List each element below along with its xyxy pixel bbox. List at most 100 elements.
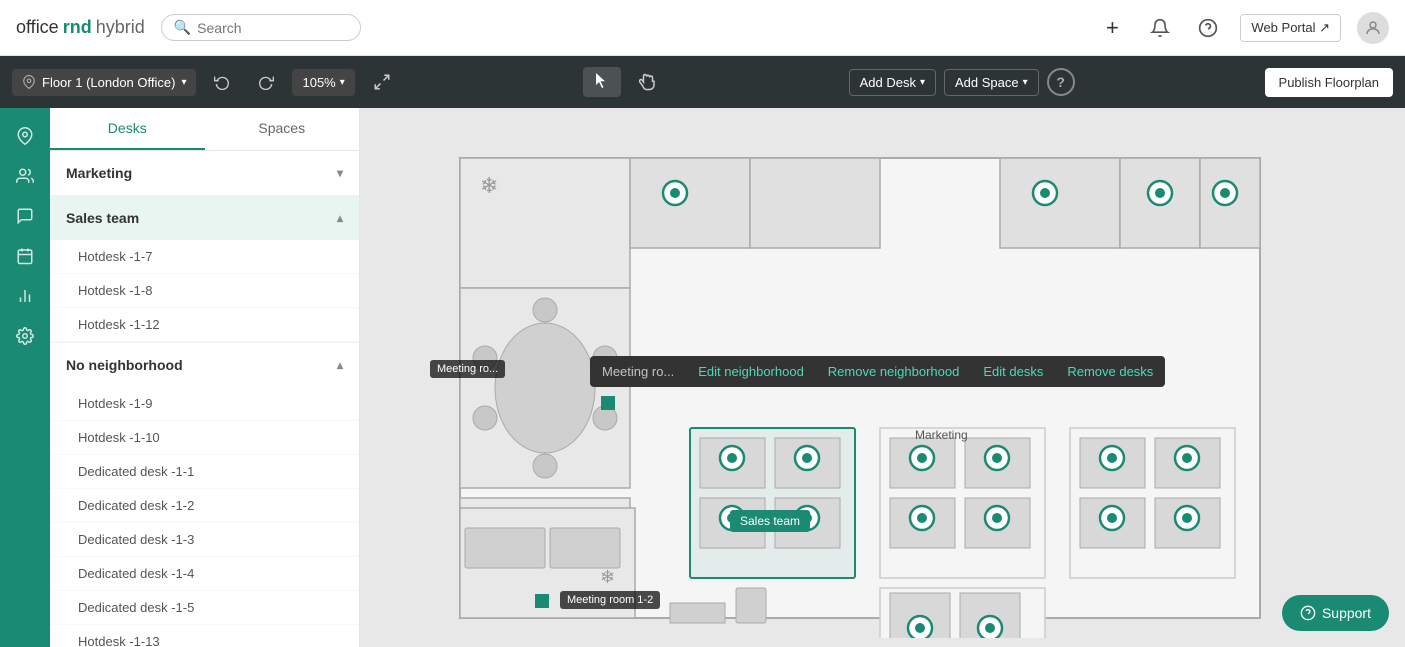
app-logo: officernd hybrid	[16, 17, 145, 38]
sidebar-nav-people[interactable]	[7, 158, 43, 194]
location-icon	[22, 75, 36, 89]
help-button[interactable]	[1192, 12, 1224, 44]
grab-tool-button[interactable]	[629, 67, 667, 97]
room-label-meeting2: Meeting room 1-2	[560, 591, 660, 609]
list-item[interactable]: Hotdesk -1-7	[50, 240, 359, 274]
main-area: Desks Spaces Marketing ▾ Sales team ▴ Ho…	[0, 108, 1405, 647]
list-item[interactable]: Dedicated desk -1-4	[50, 557, 359, 591]
remove-neighborhood-button[interactable]: Remove neighborhood	[816, 356, 972, 387]
support-button[interactable]: Support	[1282, 595, 1389, 631]
edit-neighborhood-button[interactable]: Edit neighborhood	[686, 356, 816, 387]
add-desk-label: Add Desk	[860, 75, 916, 90]
messages-icon	[16, 207, 34, 225]
list-item[interactable]: Hotdesk -1-9	[50, 387, 359, 421]
sidebar-nav-location[interactable]	[7, 118, 43, 154]
zoom-chevron: ▾	[340, 77, 345, 88]
marketing-label: Marketing	[915, 428, 968, 442]
neighborhood-sales-group: Sales team ▴ Hotdesk -1-7 Hotdesk -1-8 H…	[50, 196, 359, 343]
list-item[interactable]: Hotdesk -1-10	[50, 421, 359, 455]
chevron-up-icon-2: ▴	[337, 358, 343, 372]
list-item[interactable]: Dedicated desk -1-3	[50, 523, 359, 557]
neighborhood-marketing-name: Marketing	[66, 165, 132, 181]
fullscreen-icon	[373, 73, 391, 91]
neighborhood-sales-header[interactable]: Sales team ▴	[50, 196, 359, 240]
people-icon	[16, 167, 34, 185]
location-nav-icon	[16, 127, 34, 145]
neighborhood-none-group: No neighborhood ▴ Hotdesk -1-9 Hotdesk -…	[50, 343, 359, 647]
search-icon: 🔍	[174, 19, 191, 36]
zoom-selector[interactable]: 105% ▾	[292, 69, 354, 96]
bell-icon	[1150, 18, 1170, 38]
calendar-icon	[16, 247, 34, 265]
context-menu-room-label: Meeting ro...	[590, 356, 686, 387]
neighborhood-marketing-group: Marketing ▾	[50, 151, 359, 196]
add-space-chevron: ▾	[1023, 77, 1028, 88]
floorplan-help-button[interactable]: ?	[1047, 68, 1075, 96]
list-item[interactable]: Dedicated desk -1-1	[50, 455, 359, 489]
floor-chevron: ▾	[181, 77, 186, 88]
icon-sidebar	[0, 108, 50, 647]
search-box[interactable]: 🔍	[161, 14, 361, 41]
tab-spaces[interactable]: Spaces	[205, 108, 360, 150]
floor-label: Floor 1 (London Office)	[42, 75, 175, 90]
canvas-area[interactable]: ❄ ❄	[360, 108, 1405, 647]
notifications-button[interactable]	[1144, 12, 1176, 44]
question-icon	[1198, 18, 1218, 38]
neighborhood-sales-name: Sales team	[66, 210, 139, 226]
avatar-icon	[1364, 19, 1382, 37]
list-item[interactable]: Hotdesk -1-12	[50, 308, 359, 342]
cursor-icon	[593, 73, 611, 91]
undo-button[interactable]	[204, 68, 240, 96]
redo-icon	[258, 74, 274, 90]
room-label-meeting1: Meeting ro...	[430, 360, 505, 378]
list-item[interactable]: Dedicated desk -1-2	[50, 489, 359, 523]
floor-selector[interactable]: Floor 1 (London Office) ▾	[12, 69, 196, 96]
svg-text:❄: ❄	[480, 173, 498, 198]
undo-icon	[214, 74, 230, 90]
sidebar-nav-settings[interactable]	[7, 318, 43, 354]
sidebar-nav-calendar[interactable]	[7, 238, 43, 274]
add-space-button[interactable]: Add Space ▾	[944, 69, 1039, 96]
svg-text:❄: ❄	[600, 567, 615, 587]
sidebar-nav-analytics[interactable]	[7, 278, 43, 314]
cursor-tool-button[interactable]	[583, 67, 621, 97]
settings-icon	[16, 327, 34, 345]
neighborhood-marketing-header[interactable]: Marketing ▾	[50, 151, 359, 195]
publish-floorplan-button[interactable]: Publish Floorplan	[1265, 68, 1393, 97]
top-navigation: officernd hybrid 🔍 + Web Portal ↗	[0, 0, 1405, 56]
add-desk-button[interactable]: Add Desk ▾	[849, 69, 936, 96]
floorplan-toolbar: Floor 1 (London Office) ▾ 105% ▾ Add Des…	[0, 56, 1405, 108]
add-space-label: Add Space	[955, 75, 1019, 90]
web-portal-button[interactable]: Web Portal ↗	[1240, 14, 1341, 42]
web-portal-label: Web Portal ↗	[1251, 20, 1330, 36]
fullscreen-button[interactable]	[363, 67, 401, 97]
list-item[interactable]: Dedicated desk -1-5	[50, 591, 359, 625]
publish-label: Publish Floorplan	[1279, 75, 1379, 90]
panel-content: Marketing ▾ Sales team ▴ Hotdesk -1-7 Ho…	[50, 151, 359, 647]
user-avatar[interactable]	[1357, 12, 1389, 44]
neighborhood-none-name: No neighborhood	[66, 357, 183, 373]
neighborhood-none-header[interactable]: No neighborhood ▴	[50, 343, 359, 387]
list-item[interactable]: Hotdesk -1-8	[50, 274, 359, 308]
left-panel: Desks Spaces Marketing ▾ Sales team ▴ Ho…	[50, 108, 360, 647]
chevron-down-icon: ▾	[337, 166, 343, 180]
zoom-label: 105%	[302, 75, 335, 90]
nav-icons: + Web Portal ↗	[1096, 12, 1389, 44]
list-item[interactable]: Hotdesk -1-13	[50, 625, 359, 647]
edit-desks-button[interactable]: Edit desks	[971, 356, 1055, 387]
tab-desks[interactable]: Desks	[50, 108, 205, 150]
sidebar-nav-messages[interactable]	[7, 198, 43, 234]
support-icon	[1300, 605, 1316, 621]
redo-button[interactable]	[248, 68, 284, 96]
analytics-icon	[16, 287, 34, 305]
add-button[interactable]: +	[1096, 12, 1128, 44]
panel-tabs: Desks Spaces	[50, 108, 359, 151]
search-input[interactable]	[197, 20, 348, 36]
context-menu: Meeting ro... Edit neighborhood Remove n…	[590, 356, 1165, 387]
add-desk-chevron: ▾	[920, 77, 925, 88]
chevron-up-icon: ▴	[337, 211, 343, 225]
sales-team-label: Sales team	[730, 510, 810, 532]
hand-icon	[639, 73, 657, 91]
remove-desks-button[interactable]: Remove desks	[1055, 356, 1165, 387]
support-label: Support	[1322, 605, 1371, 621]
